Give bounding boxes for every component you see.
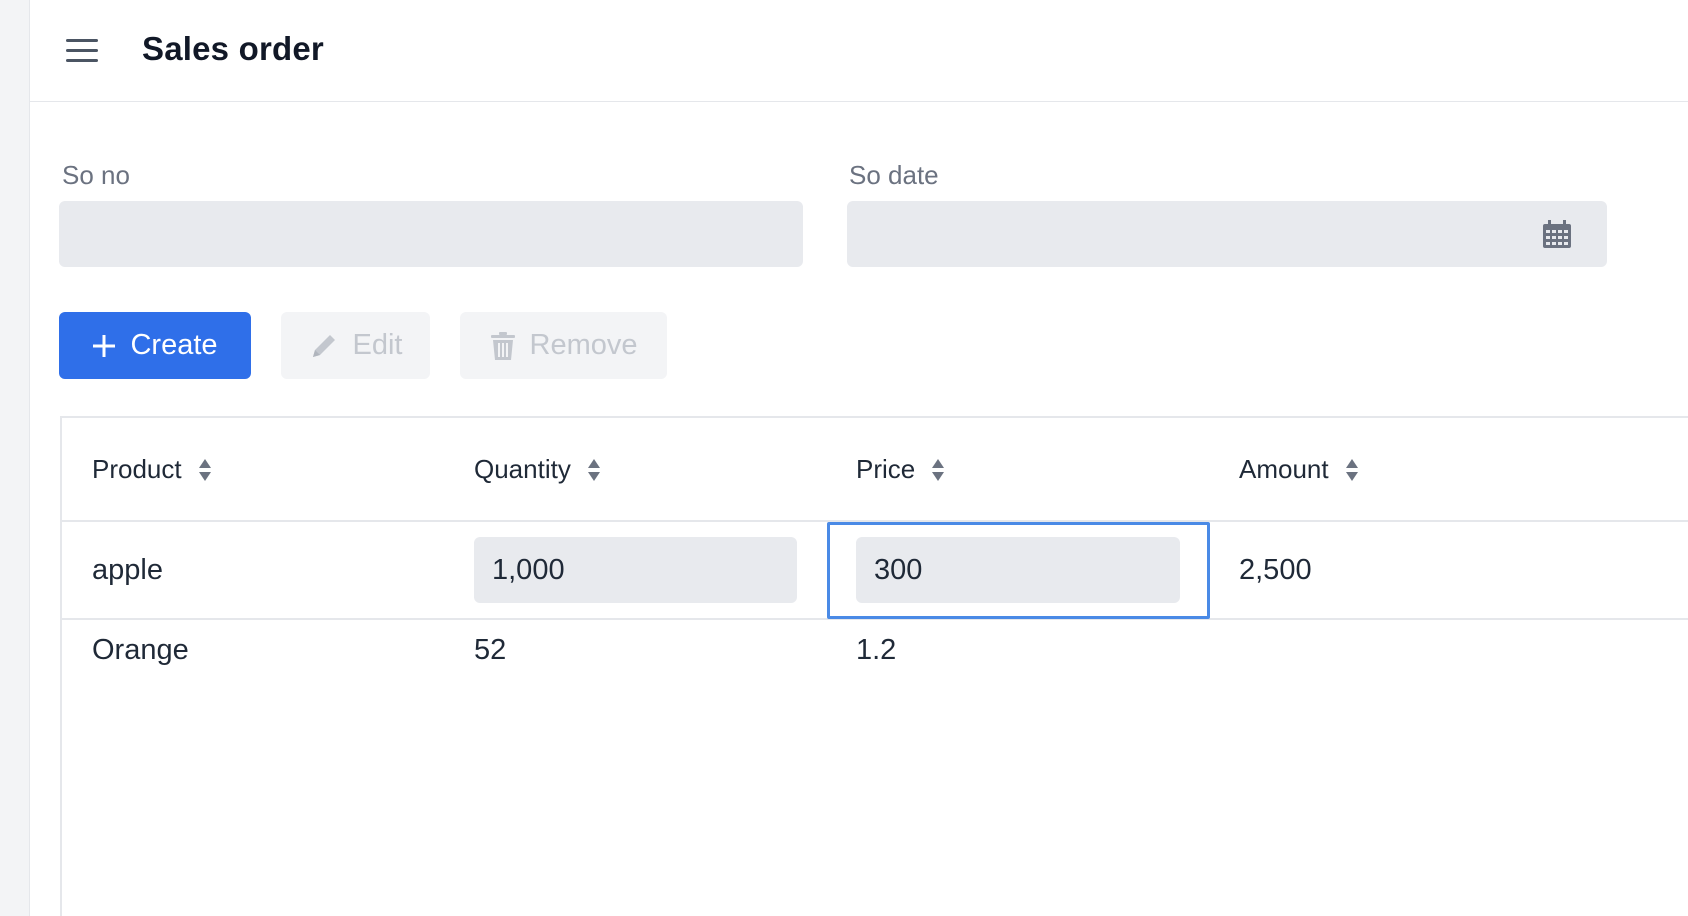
amount-cell[interactable]: 2,500: [1239, 554, 1312, 587]
column-header-price[interactable]: Price: [856, 454, 945, 485]
table-row[interactable]: Orange 52 1.2: [62, 620, 1688, 690]
sort-icon: [587, 458, 600, 481]
table-row[interactable]: apple 1,000 300 2,500: [62, 522, 1688, 620]
create-button-label: Create: [130, 329, 218, 361]
plus-icon: [93, 334, 116, 357]
column-header-label: Product: [92, 454, 182, 484]
so-no-label: So no: [62, 160, 130, 190]
column-header-label: Quantity: [474, 454, 571, 484]
calendar-icon[interactable]: [1542, 219, 1572, 249]
price-cell-editor[interactable]: 300: [856, 537, 1180, 603]
price-cell[interactable]: 1.2: [856, 634, 896, 667]
product-cell[interactable]: Orange: [92, 634, 189, 667]
edit-button[interactable]: Edit: [281, 312, 430, 379]
column-header-label: Amount: [1239, 454, 1329, 484]
product-cell[interactable]: apple: [92, 554, 163, 587]
page-title: Sales order: [142, 30, 324, 67]
sort-icon: [198, 458, 211, 481]
so-date-label: So date: [849, 160, 939, 190]
sort-icon: [932, 458, 945, 481]
trash-icon: [490, 331, 515, 360]
column-header-label: Price: [856, 454, 916, 484]
create-button[interactable]: Create: [59, 312, 251, 379]
table-header: Product Quantity Price Amount: [62, 418, 1688, 522]
so-no-input[interactable]: [59, 201, 803, 267]
so-date-input[interactable]: [847, 201, 1607, 267]
order-lines-table: Product Quantity Price Amount apple 1,00…: [60, 416, 1688, 916]
hamburger-menu-icon[interactable]: [66, 32, 104, 68]
app-window: Sales order So no So date Create Edit Re…: [0, 0, 1688, 916]
left-rail: [0, 0, 30, 916]
column-header-amount[interactable]: Amount: [1239, 454, 1359, 485]
pencil-icon: [312, 334, 335, 357]
sort-icon: [1345, 458, 1358, 481]
column-header-product[interactable]: Product: [92, 454, 212, 485]
column-header-quantity[interactable]: Quantity: [474, 454, 601, 485]
quantity-cell[interactable]: 52: [474, 634, 506, 667]
page-header: Sales order: [30, 0, 1688, 102]
remove-button-label: Remove: [529, 329, 638, 361]
quantity-cell-editor[interactable]: 1,000: [474, 537, 797, 603]
edit-button-label: Edit: [352, 329, 403, 361]
remove-button[interactable]: Remove: [460, 312, 667, 379]
